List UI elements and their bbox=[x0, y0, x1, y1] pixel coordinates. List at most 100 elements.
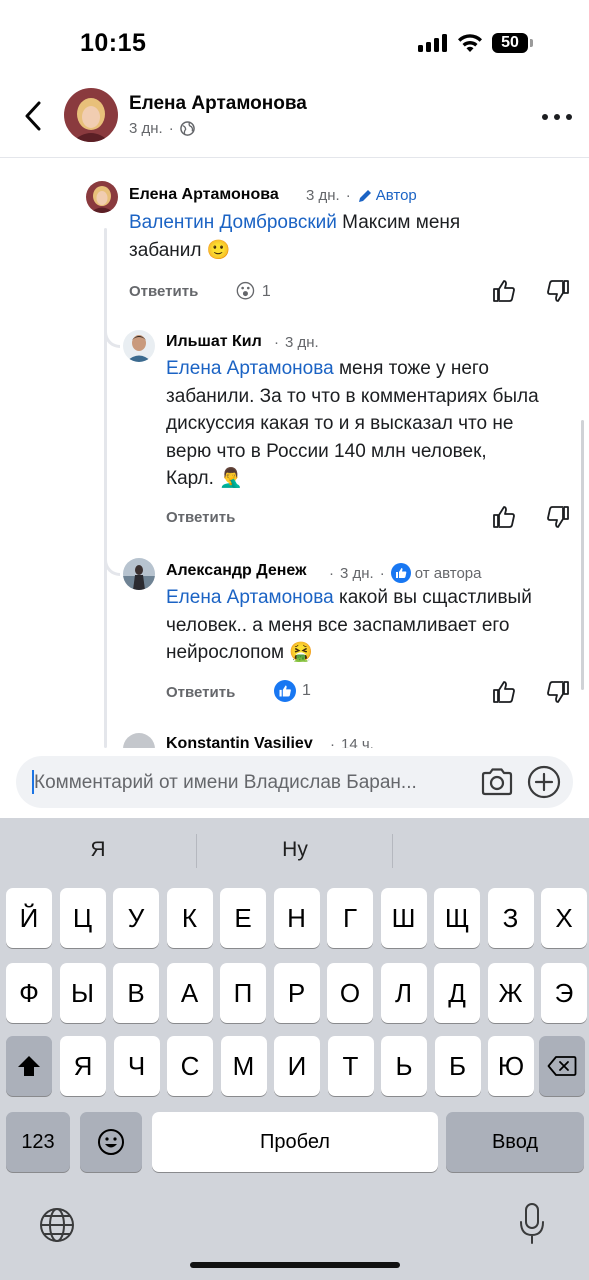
comment-composer: Комментарий от имени Владислав Баран... bbox=[0, 748, 589, 818]
comment-text: Елена Артамонова какой вы сщастливый чел… bbox=[166, 587, 532, 663]
status-bar: 10:15 50 bbox=[0, 0, 589, 80]
letter-key[interactable]: Д bbox=[434, 963, 480, 1023]
wow-emoji-icon: 😮 bbox=[235, 281, 256, 303]
comment-time: 3 дн. bbox=[340, 564, 374, 582]
comment-text: Елена Артамонова меня тоже у него забани… bbox=[166, 358, 539, 489]
author-badge: Автор bbox=[357, 187, 417, 204]
return-key[interactable]: Ввод bbox=[446, 1112, 584, 1172]
letter-key[interactable]: Щ bbox=[434, 888, 480, 948]
status-time: 10:15 bbox=[80, 29, 147, 57]
globe-privacy-icon bbox=[179, 121, 195, 136]
comment-meta: · 3 дн. bbox=[274, 334, 319, 351]
scrollbar[interactable] bbox=[581, 420, 584, 690]
emoji-key[interactable] bbox=[80, 1112, 142, 1172]
meta-separator: · bbox=[168, 120, 174, 137]
suggestion-item[interactable]: Я bbox=[48, 838, 148, 862]
letter-key[interactable]: Р bbox=[273, 963, 320, 1023]
letter-key[interactable]: Э bbox=[541, 963, 587, 1023]
reply-button[interactable]: Ответить bbox=[166, 509, 235, 526]
letter-key[interactable]: Ю bbox=[488, 1036, 534, 1096]
letter-key[interactable]: О bbox=[327, 963, 373, 1023]
letter-key[interactable]: Ь bbox=[381, 1036, 427, 1096]
liked-by-author-badge: от автора bbox=[390, 563, 481, 583]
suggestion-item[interactable]: Ну bbox=[245, 838, 345, 862]
post-time: 3 дн. bbox=[129, 120, 163, 137]
battery-tip bbox=[530, 39, 533, 47]
camera-icon[interactable] bbox=[480, 766, 514, 798]
reaction-count: 1 bbox=[302, 682, 311, 699]
dislike-icon[interactable] bbox=[545, 278, 571, 304]
suggestion-bar: Я Ну bbox=[0, 818, 589, 884]
reaction-summary[interactable]: 1 bbox=[274, 680, 311, 702]
mention-link[interactable]: Елена Артамонова bbox=[166, 358, 334, 379]
letter-key[interactable]: А bbox=[166, 963, 213, 1023]
pencil-icon bbox=[358, 189, 371, 202]
more-options-button[interactable] bbox=[540, 110, 574, 124]
letter-key[interactable]: Ш bbox=[380, 888, 427, 948]
emoji-icon bbox=[98, 1129, 124, 1155]
letter-key[interactable]: Ы bbox=[59, 963, 106, 1023]
comment-time: 3 дн. bbox=[306, 187, 340, 204]
letter-key[interactable]: К bbox=[166, 888, 213, 948]
letter-key[interactable]: Ч bbox=[113, 1036, 160, 1096]
back-button[interactable] bbox=[18, 98, 48, 134]
microphone-icon[interactable] bbox=[518, 1202, 546, 1246]
letter-key[interactable]: П bbox=[220, 963, 266, 1023]
letter-key[interactable]: Я bbox=[60, 1036, 106, 1096]
commenter-name[interactable]: Елена Артамонова bbox=[129, 186, 279, 204]
divider bbox=[392, 834, 393, 868]
letter-key[interactable]: С bbox=[167, 1036, 213, 1096]
dislike-icon[interactable] bbox=[545, 679, 571, 705]
comment-placeholder: Комментарий от имени Владислав Баран... bbox=[34, 772, 417, 793]
commenter-avatar[interactable] bbox=[86, 181, 118, 213]
reply-button[interactable]: Ответить bbox=[129, 283, 198, 300]
wifi-icon bbox=[458, 34, 482, 52]
letter-key[interactable]: М bbox=[220, 1036, 267, 1096]
letter-key[interactable]: В bbox=[113, 963, 159, 1023]
commenter-avatar[interactable] bbox=[123, 330, 155, 362]
comment-text: Валентин Домбровский Максим меня забанил… bbox=[129, 212, 461, 261]
letter-key[interactable]: Н bbox=[273, 888, 320, 948]
reaction-summary[interactable]: 😮 1 bbox=[235, 279, 271, 304]
letter-key[interactable]: И bbox=[274, 1036, 320, 1096]
letter-key[interactable]: Ж bbox=[487, 963, 534, 1023]
thread-curve bbox=[104, 528, 120, 576]
dislike-icon[interactable] bbox=[545, 504, 571, 530]
commenter-name[interactable]: Ильшат Кил bbox=[166, 333, 262, 351]
divider bbox=[196, 834, 197, 868]
letter-key[interactable]: Ф bbox=[6, 963, 52, 1023]
add-icon[interactable] bbox=[527, 765, 561, 799]
letter-key[interactable]: У bbox=[113, 888, 159, 948]
shift-key[interactable] bbox=[6, 1036, 52, 1096]
backspace-key[interactable] bbox=[539, 1036, 585, 1096]
letter-key[interactable]: Л bbox=[380, 963, 427, 1023]
comment-meta: · 3 дн. · от автора bbox=[329, 563, 482, 583]
letter-key[interactable]: Г bbox=[327, 888, 373, 948]
like-icon[interactable] bbox=[491, 504, 517, 530]
thread-curve bbox=[104, 300, 120, 348]
letter-key[interactable]: Е bbox=[220, 888, 266, 948]
like-icon[interactable] bbox=[491, 278, 517, 304]
letter-key[interactable]: З bbox=[487, 888, 534, 948]
like-icon[interactable] bbox=[491, 679, 517, 705]
letter-key[interactable]: Х bbox=[541, 888, 587, 948]
home-indicator bbox=[190, 1262, 400, 1268]
cellular-signal-icon bbox=[418, 34, 448, 52]
letter-key[interactable]: Б bbox=[434, 1036, 481, 1096]
author-name[interactable]: Елена Артамонова bbox=[129, 93, 307, 115]
mention-link[interactable]: Валентин Домбровский bbox=[129, 212, 337, 233]
letter-key[interactable]: Ц bbox=[59, 888, 106, 948]
letter-key[interactable]: Т bbox=[327, 1036, 374, 1096]
globe-icon[interactable] bbox=[38, 1206, 76, 1244]
commenter-avatar[interactable] bbox=[123, 558, 155, 590]
numbers-key[interactable]: 123 bbox=[6, 1112, 70, 1172]
space-key[interactable]: Пробел bbox=[152, 1112, 438, 1172]
letter-key[interactable]: Й bbox=[6, 888, 52, 948]
commenter-name[interactable]: Александр Денеж bbox=[166, 562, 306, 580]
keyboard: Я Ну ЙЦУКЕНГШЩЗХФЫВАПРОЛДЖЭЯЧСМИТЬБЮ 123… bbox=[0, 818, 589, 1280]
like-reaction-icon bbox=[274, 680, 296, 702]
author-avatar[interactable] bbox=[64, 88, 118, 142]
comment-time: 3 дн. bbox=[285, 334, 319, 351]
reply-button[interactable]: Ответить bbox=[166, 684, 235, 701]
mention-link[interactable]: Елена Артамонова bbox=[166, 587, 334, 608]
